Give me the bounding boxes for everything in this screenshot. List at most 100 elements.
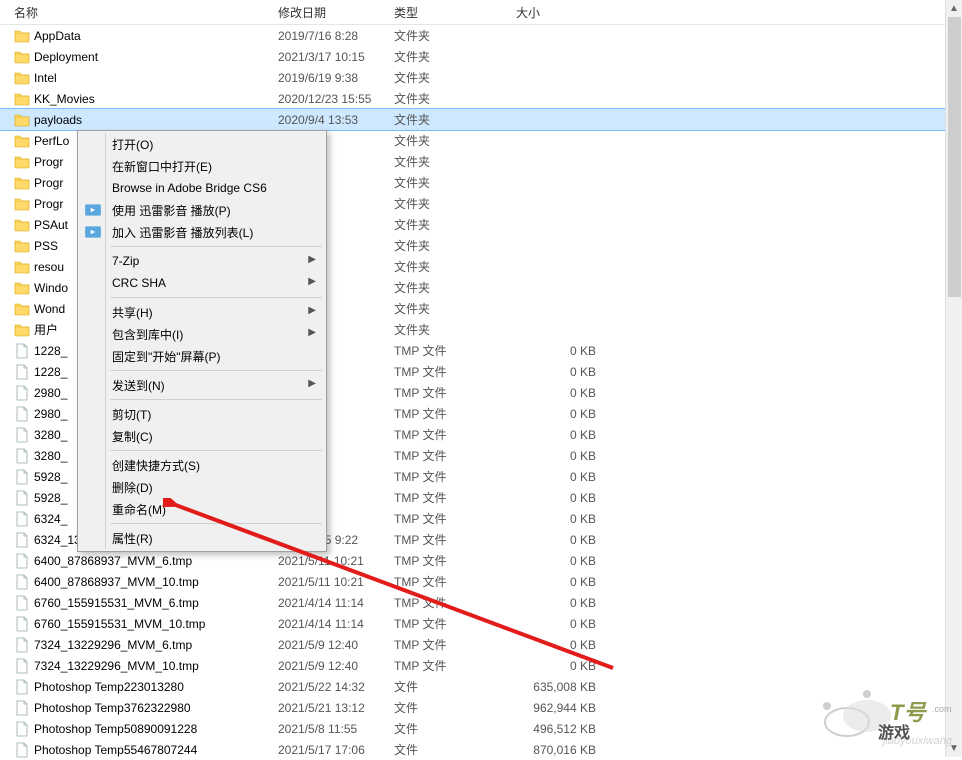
menu-item[interactable]: 加入 迅雷影音 播放列表(L) — [80, 221, 324, 243]
file-type: TMP 文件 — [394, 426, 516, 443]
file-type: TMP 文件 — [394, 468, 516, 485]
menu-item[interactable]: 在新窗口中打开(E) — [80, 155, 324, 177]
file-name: 6400_87868937_MVM_6.tmp — [34, 554, 278, 568]
file-size: 0 KB — [516, 449, 596, 463]
table-row[interactable]: Intel2019/6/19 9:38文件夹 — [0, 67, 962, 88]
context-menu[interactable]: 打开(O) 在新窗口中打开(E) Browse in Adobe Bridge CS… — [77, 130, 327, 552]
menu-separator — [110, 246, 322, 247]
folder-icon — [14, 154, 30, 170]
col-header-date[interactable]: 修改日期 — [278, 4, 394, 21]
col-header-size[interactable]: 大小 — [516, 4, 596, 21]
menu-item[interactable]: 属性(R) — [80, 527, 324, 549]
menu-item[interactable]: 创建快捷方式(S) — [80, 454, 324, 476]
menu-item-label: 包含到库中(I) — [112, 326, 183, 343]
menu-item[interactable]: 使用 迅雷影音 播放(P) — [80, 199, 324, 221]
menu-item[interactable]: 固定到"开始"屏幕(P) — [80, 345, 324, 367]
menu-item[interactable]: 发送到(N)▶ — [80, 374, 324, 396]
file-date: 2021/4/14 11:14 — [278, 596, 394, 610]
file-date: 2021/5/17 17:06 — [278, 743, 394, 757]
file-type: 文件 — [394, 699, 516, 716]
file-name: Photoshop Temp50890091228 — [34, 722, 278, 736]
menu-separator — [110, 370, 322, 371]
menu-item-label: 在新窗口中打开(E) — [112, 158, 212, 175]
menu-item-label: 使用 迅雷影音 播放(P) — [112, 202, 231, 219]
file-type: 文件夹 — [394, 216, 516, 233]
file-icon — [14, 658, 30, 674]
vertical-scrollbar[interactable]: ▲ ▼ — [945, 0, 962, 757]
file-size: 0 KB — [516, 659, 596, 673]
scroll-thumb[interactable] — [948, 17, 961, 297]
folder-icon — [14, 322, 30, 338]
scroll-up-icon[interactable]: ▲ — [946, 0, 962, 17]
table-row[interactable]: payloads2020/9/4 13:53文件夹 — [0, 109, 962, 130]
submenu-arrow-icon: ▶ — [308, 305, 316, 316]
menu-item[interactable]: 重命名(M) — [80, 498, 324, 520]
file-icon — [14, 490, 30, 506]
table-row[interactable]: 6760_155915531_MVM_6.tmp2021/4/14 11:14T… — [0, 592, 962, 613]
file-date: 2020/12/23 15:55 — [278, 92, 394, 106]
file-size: 0 KB — [516, 386, 596, 400]
table-row[interactable]: 7324_13229296_MVM_10.tmp2021/5/9 12:40TM… — [0, 655, 962, 676]
menu-item[interactable]: 复制(C) — [80, 425, 324, 447]
table-row[interactable]: AppData2019/7/16 8:28文件夹 — [0, 25, 962, 46]
menu-item-label: 固定到"开始"屏幕(P) — [112, 348, 221, 365]
folder-icon — [14, 259, 30, 275]
file-type: 文件夹 — [394, 300, 516, 317]
submenu-arrow-icon: ▶ — [308, 254, 316, 265]
file-icon — [14, 343, 30, 359]
file-icon — [14, 427, 30, 443]
menu-item-label: 7-Zip — [112, 254, 139, 268]
file-type: TMP 文件 — [394, 636, 516, 653]
file-size: 0 KB — [516, 533, 596, 547]
file-size: 0 KB — [516, 638, 596, 652]
table-row[interactable]: 6400_87868937_MVM_6.tmp2021/5/11 10:21TM… — [0, 550, 962, 571]
file-size: 0 KB — [516, 428, 596, 442]
folder-icon — [14, 301, 30, 317]
folder-icon — [14, 70, 30, 86]
svg-text:.com: .com — [932, 704, 952, 714]
menu-item[interactable]: 共享(H)▶ — [80, 301, 324, 323]
file-type: TMP 文件 — [394, 594, 516, 611]
file-size: 870,016 KB — [516, 743, 596, 757]
col-header-name[interactable]: 名称 — [14, 4, 278, 21]
col-header-type[interactable]: 类型 — [394, 4, 516, 21]
file-type: TMP 文件 — [394, 615, 516, 632]
menu-item[interactable]: Browse in Adobe Bridge CS6 — [80, 177, 324, 199]
file-type: 文件 — [394, 720, 516, 737]
file-size: 0 KB — [516, 344, 596, 358]
file-type: TMP 文件 — [394, 489, 516, 506]
table-row[interactable]: 6760_155915531_MVM_10.tmp2021/4/14 11:14… — [0, 613, 962, 634]
file-type: 文件 — [394, 741, 516, 758]
file-name: 7324_13229296_MVM_10.tmp — [34, 659, 278, 673]
table-row[interactable]: KK_Movies2020/12/23 15:55文件夹 — [0, 88, 962, 109]
table-row[interactable]: Deployment2021/3/17 10:15文件夹 — [0, 46, 962, 67]
menu-item-label: 发送到(N) — [112, 377, 165, 394]
file-size: 635,008 KB — [516, 680, 596, 694]
file-date: 2021/5/11 10:21 — [278, 554, 394, 568]
file-icon — [14, 616, 30, 632]
table-row[interactable]: 7324_13229296_MVM_6.tmp2021/5/9 12:40TMP… — [0, 634, 962, 655]
file-size: 496,512 KB — [516, 722, 596, 736]
table-row[interactable]: 6400_87868937_MVM_10.tmp2021/5/11 10:21T… — [0, 571, 962, 592]
file-icon — [14, 364, 30, 380]
menu-item[interactable]: CRC SHA ▶ — [80, 272, 324, 294]
file-type: 文件夹 — [394, 27, 516, 44]
menu-item[interactable]: 7-Zip ▶ — [80, 250, 324, 272]
file-icon — [14, 406, 30, 422]
menu-item[interactable]: 包含到库中(I)▶ — [80, 323, 324, 345]
menu-item-label: 剪切(T) — [112, 406, 151, 423]
menu-item[interactable]: 打开(O) — [80, 133, 324, 155]
folder-icon — [14, 280, 30, 296]
file-type: TMP 文件 — [394, 447, 516, 464]
folder-icon — [14, 196, 30, 212]
file-date: 2021/5/22 14:32 — [278, 680, 394, 694]
file-icon — [14, 742, 30, 758]
submenu-arrow-icon: ▶ — [308, 276, 316, 287]
menu-item[interactable]: 删除(D) — [80, 476, 324, 498]
menu-item[interactable]: 剪切(T) — [80, 403, 324, 425]
file-type: 文件夹 — [394, 111, 516, 128]
column-headers: 名称 修改日期 类型 大小 — [0, 0, 962, 25]
file-size: 0 KB — [516, 407, 596, 421]
menu-item-label: CRC SHA — [112, 276, 166, 290]
file-type: TMP 文件 — [394, 573, 516, 590]
